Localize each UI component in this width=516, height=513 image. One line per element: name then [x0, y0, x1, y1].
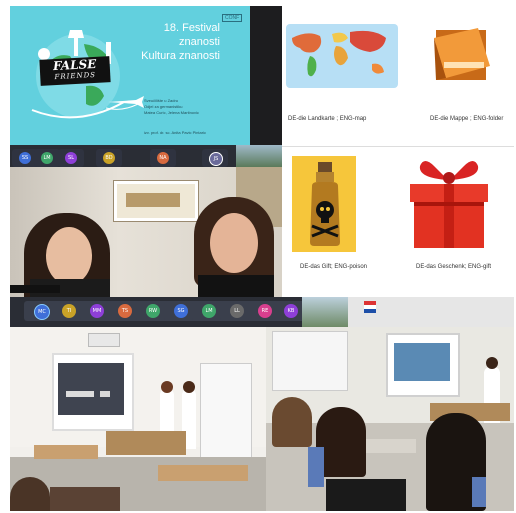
chair	[472, 477, 486, 507]
projected-slide	[58, 363, 124, 415]
student-desk	[158, 465, 248, 481]
vocab-caption-gift: DE-das Geschenk; ENG-gift	[416, 264, 492, 270]
participant-initials: LM	[202, 304, 216, 318]
video-call-main	[10, 167, 282, 297]
slide-mentor: izv. prof. dr. sc. Anita Pavic Pintaric	[144, 130, 206, 135]
participant-initials: TI	[62, 304, 76, 318]
poison-bottle-icon	[310, 162, 340, 246]
vocab-caption-poison: DE-das Gift; ENG-poison	[300, 264, 368, 270]
classroom-photo-right	[266, 327, 514, 511]
title-slide: FALSE FRIENDS CONF 18. Festival znanosti…	[10, 6, 250, 145]
false-friends-logo: FALSE FRIENDS	[39, 56, 111, 86]
participant-strip-bottom: MC TI MM TS RW SG LM LL RE KB	[10, 297, 514, 327]
slide-title-line3: Kultura znanosti	[141, 50, 220, 62]
world-map-icon	[286, 24, 398, 88]
authors-line3: Matea Curic, Jelena Martinovic	[144, 110, 199, 115]
vocab-caption-map: DE-die Landkarte ; ENG-map	[288, 116, 367, 122]
participant-initials: MM	[90, 304, 104, 318]
participant-initials: SG	[174, 304, 188, 318]
slide-authors: Sveučilište u Zadru Odjel za germanistik…	[144, 98, 199, 116]
participant-initials: MC	[34, 304, 50, 320]
slide-title-line1: 18. Festival	[163, 22, 220, 34]
chair	[308, 447, 324, 487]
participant-initials: KB	[284, 304, 298, 318]
participant-initials: SS	[19, 152, 31, 164]
participant-initials: RE	[258, 304, 272, 318]
vocabulary-slide: DE-die Landkarte ; ENG-map DE-die Mappe …	[282, 6, 514, 284]
presentation-dark-bar	[250, 6, 282, 145]
student-desk	[366, 439, 416, 453]
participant-tile[interactable]: JS	[202, 149, 228, 167]
participant-video-thumb[interactable]	[302, 297, 348, 327]
participant-tile[interactable]: LM	[34, 149, 60, 167]
whiteboard	[272, 331, 348, 391]
classroom-photo-left	[10, 327, 266, 511]
flag-icon	[364, 301, 376, 313]
folder-icon	[434, 28, 490, 80]
projector	[88, 333, 120, 347]
participant-initials: BD	[103, 152, 115, 164]
student-seated	[272, 397, 312, 447]
participant-initials: LM	[41, 152, 53, 164]
slide-title-line2: znanosti	[179, 36, 220, 48]
participant-initials: LL	[230, 304, 244, 318]
vocab-caption-folder: DE-die Mappe ; ENG-folder	[430, 116, 504, 122]
corner-badge: CONF	[222, 14, 243, 22]
participant-initials: RW	[146, 304, 160, 318]
participant-tile[interactable]: BD	[96, 149, 122, 167]
teacher-desk	[106, 431, 186, 455]
airplane-icon	[106, 96, 144, 110]
projected-slide	[394, 343, 450, 381]
student-desk	[34, 445, 98, 459]
participant-strip-top: SS LM SL BD NA JS	[10, 145, 282, 167]
participant-video-thumb[interactable]	[236, 145, 282, 167]
gift-box-icon	[410, 161, 488, 248]
participant-tile[interactable]: NA	[150, 149, 176, 167]
person-right	[194, 197, 274, 297]
participant-initials: JS	[209, 152, 223, 166]
participant-initials: TS	[118, 304, 132, 318]
participant-initials: NA	[157, 152, 169, 164]
participant-tile[interactable]: SL	[58, 149, 84, 167]
participant-initials: SL	[65, 152, 77, 164]
